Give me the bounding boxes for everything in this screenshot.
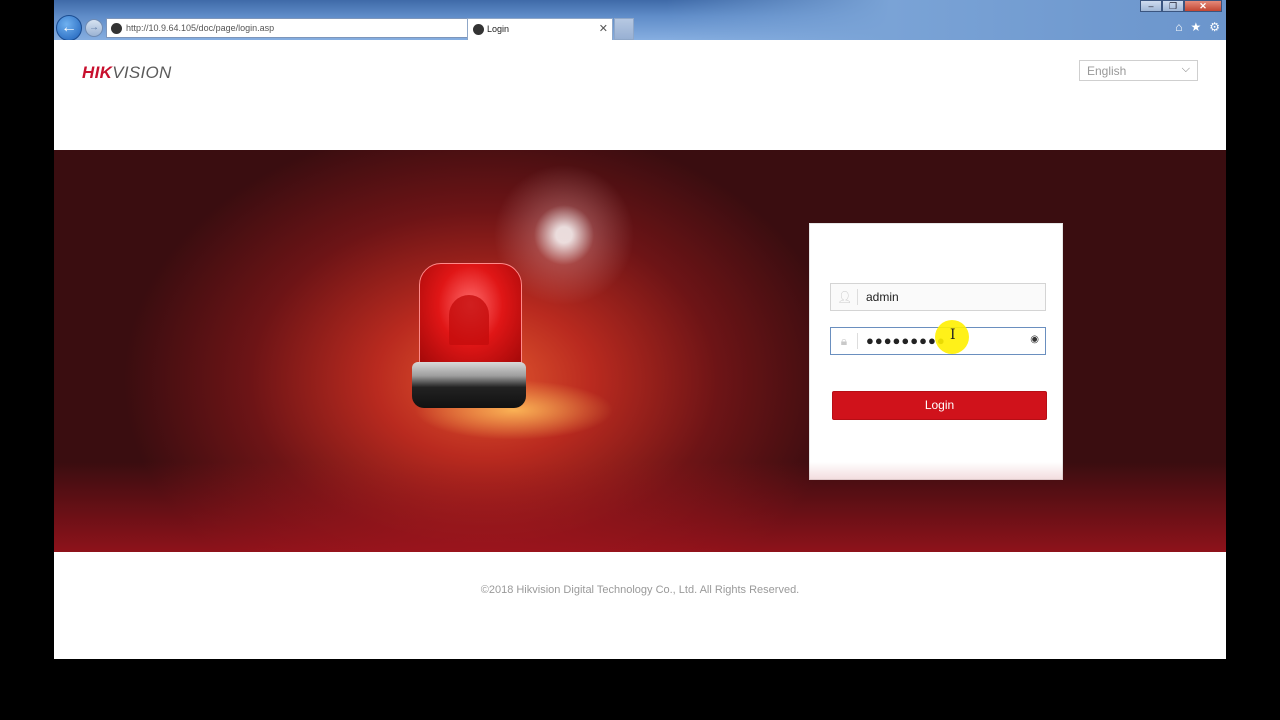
language-value: English — [1087, 64, 1127, 78]
back-button[interactable]: ← — [56, 15, 82, 41]
minimize-button[interactable]: – — [1140, 0, 1162, 12]
copyright-text: ©2018 Hikvision Digital Technology Co., … — [480, 584, 800, 596]
hero-banner: 👤︎ admin 🔒︎ ●●●●●●●●● ◉ I Login — [54, 150, 1226, 552]
beacon-base — [412, 362, 526, 408]
login-button[interactable]: Login — [832, 391, 1047, 420]
page-footer: ©2018 Hikvision Digital Technology Co., … — [54, 552, 1226, 659]
user-icon: 👤︎ — [837, 290, 853, 304]
lock-icon: 🔒︎ — [840, 334, 848, 348]
logo-secondary: VISION — [112, 63, 172, 82]
restore-button[interactable]: ❐ — [1162, 0, 1184, 12]
language-select[interactable]: English ⌵ — [1079, 60, 1198, 81]
home-icon[interactable]: ⌂ — [1175, 20, 1182, 34]
browser-tools: ⌂ ★ ⚙ — [1175, 20, 1220, 34]
beacon-bulb — [449, 295, 489, 345]
tab-login[interactable]: Login ✕ — [467, 18, 613, 40]
password-value[interactable]: ●●●●●●●●● — [866, 333, 946, 348]
browser-chrome: – ❐ ✕ ← → http://10.9.64.105/doc/page/lo… — [54, 0, 1226, 41]
username-value[interactable]: admin — [866, 290, 899, 304]
browser-window: – ❐ ✕ ← → http://10.9.64.105/doc/page/lo… — [54, 0, 1226, 659]
username-field[interactable]: 👤︎ admin — [830, 283, 1046, 311]
site-favicon-icon — [111, 23, 122, 34]
logo-primary: HIK — [82, 63, 113, 82]
page-header — [54, 40, 1226, 150]
login-panel: 👤︎ admin 🔒︎ ●●●●●●●●● ◉ I Login — [809, 223, 1063, 480]
field-divider — [857, 289, 858, 305]
hikvision-logo: HIKVISION — [82, 63, 172, 83]
show-password-eye-icon[interactable]: ◉ — [1030, 334, 1039, 345]
close-window-button[interactable]: ✕ — [1184, 0, 1222, 12]
address-bar[interactable]: http://10.9.64.105/doc/page/login.asp ⌕ … — [106, 18, 516, 38]
tab-favicon-icon — [473, 24, 484, 35]
address-url[interactable]: http://10.9.64.105/doc/page/login.asp — [126, 23, 274, 33]
field-divider — [857, 333, 858, 349]
chevron-down-icon: ⌵ — [1181, 63, 1190, 75]
star-icon[interactable]: ★ — [1190, 20, 1201, 34]
tab-label: Login — [487, 24, 510, 34]
new-tab-button[interactable] — [614, 18, 634, 40]
tab-close-icon[interactable]: ✕ — [599, 22, 608, 35]
gear-icon[interactable]: ⚙ — [1209, 20, 1220, 34]
window-controls: – ❐ ✕ — [1140, 0, 1222, 12]
text-cursor-icon: I — [950, 327, 956, 343]
forward-button[interactable]: → — [85, 19, 103, 37]
